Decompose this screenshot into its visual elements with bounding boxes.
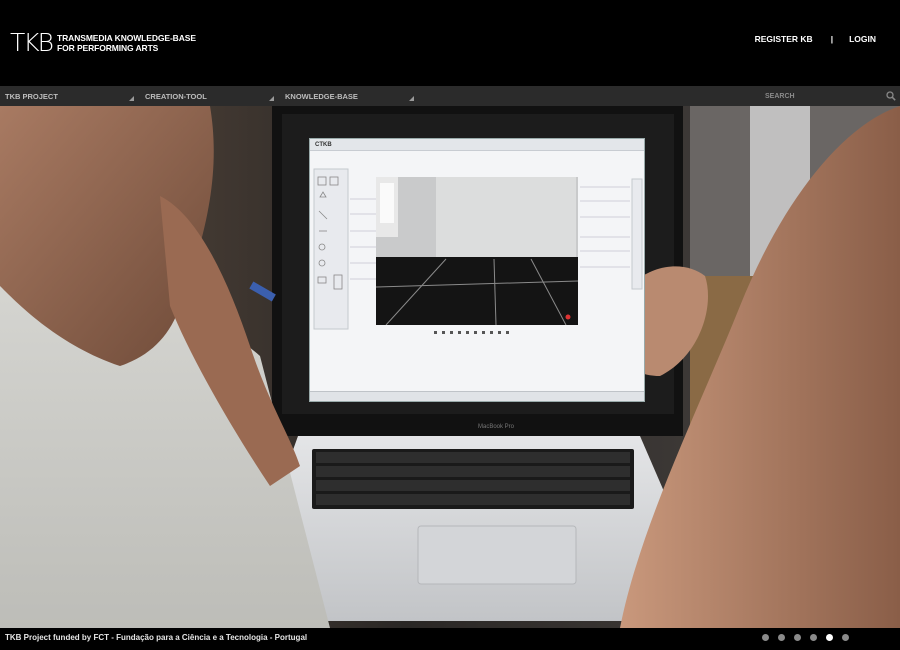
laptop-screen-app: CTKB — [309, 138, 645, 402]
logo-mark: TKB — [10, 28, 54, 57]
login-link[interactable]: LOGIN — [849, 34, 876, 44]
funding-notice: TKB Project funded by FCT - Fundação par… — [5, 633, 308, 642]
slide-dot-4[interactable] — [810, 634, 817, 641]
register-kb-link[interactable]: REGISTER KB — [755, 34, 813, 44]
link-separator: | — [830, 34, 834, 44]
search-input[interactable] — [760, 87, 878, 105]
slide-dot-6[interactable] — [842, 634, 849, 641]
dropdown-triangle-icon — [409, 96, 414, 101]
logo-text: TRANSMEDIA KNOWLEDGE-BASE FOR PERFORMING… — [57, 33, 196, 53]
account-links: REGISTER KB | LOGIN — [755, 34, 876, 44]
screen-app-video-frame — [376, 177, 578, 325]
slide-dot-5[interactable] — [826, 634, 833, 641]
nav-item-tkb-project[interactable]: TKB PROJECT — [0, 86, 140, 106]
slide-pagination — [762, 634, 849, 641]
nav-item-creation-tool[interactable]: CREATION-TOOL — [140, 86, 280, 106]
search-box — [760, 86, 900, 106]
dropdown-triangle-icon — [129, 96, 134, 101]
site-logo[interactable]: TKB TRANSMEDIA KNOWLEDGE-BASE FOR PERFOR… — [10, 30, 196, 55]
hero-slide-image: MacBook Pro CTKB — [0, 106, 900, 628]
nav-item-label: CREATION-TOOL — [145, 91, 207, 101]
slide-dot-3[interactable] — [794, 634, 801, 641]
screen-app-timeline — [310, 391, 644, 401]
laptop-brand-label: MacBook Pro — [478, 424, 515, 430]
slide-dot-2[interactable] — [778, 634, 785, 641]
search-icon[interactable] — [886, 91, 896, 101]
dropdown-triangle-icon — [269, 96, 274, 101]
slide-dot-1[interactable] — [762, 634, 769, 641]
nav-item-label: TKB PROJECT — [5, 91, 58, 101]
logo-line-2: FOR PERFORMING ARTS — [57, 42, 159, 53]
nav-item-label: KNOWLEDGE-BASE — [285, 91, 358, 101]
site-header: TKB TRANSMEDIA KNOWLEDGE-BASE FOR PERFOR… — [0, 0, 900, 86]
logo-line-1: TRANSMEDIA KNOWLEDGE-BASE — [57, 32, 196, 43]
site-footer: TKB Project funded by FCT - Fundação par… — [0, 628, 900, 650]
nav-item-knowledge-base[interactable]: KNOWLEDGE-BASE — [280, 86, 420, 106]
main-nav: TKB PROJECT CREATION-TOOL KNOWLEDGE-BASE — [0, 86, 900, 106]
